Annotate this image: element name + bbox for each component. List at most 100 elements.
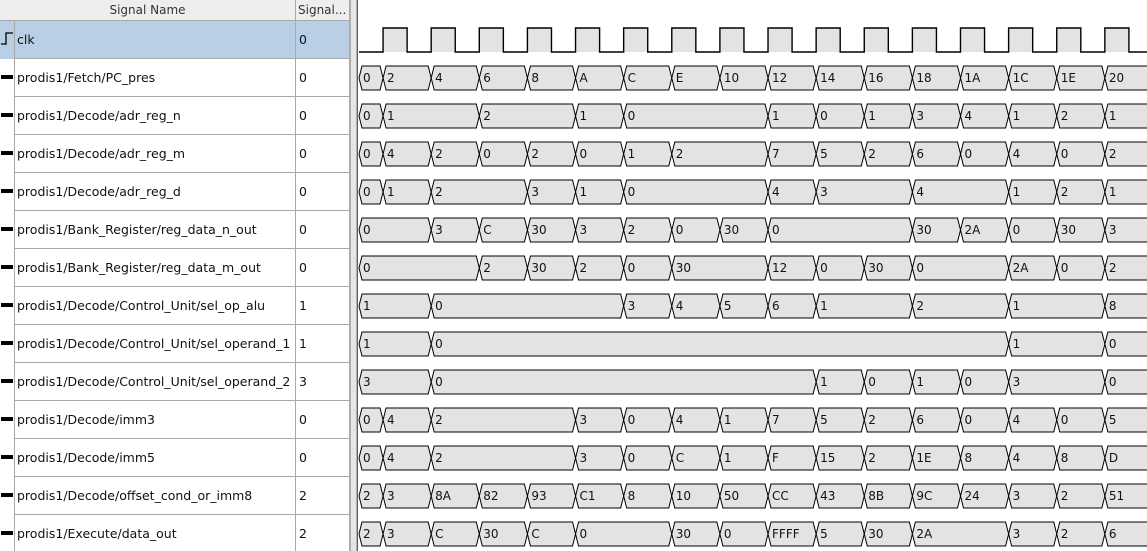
- signal-name[interactable]: prodis1/Decode/Control_Unit/sel_operand_…: [15, 325, 296, 363]
- bus-segment: [815, 179, 913, 205]
- bus-segment: [911, 179, 1010, 205]
- bus-value-label: 12: [772, 261, 787, 275]
- bus-value-label: 0: [363, 109, 371, 123]
- signal-row[interactable]: prodis1/Decode/imm5 0: [0, 439, 350, 477]
- waveform-canvas[interactable]: 0 2 4 6 8 A C E 10 12 14 16 18 1A 1C 1E 200 1 2 1 0 1 0 1 3 4 1 2 10…: [357, 0, 1147, 551]
- clock-signal-icon: [1, 32, 13, 45]
- bus-value-label: 93: [531, 489, 546, 503]
- clock-high-fill: [960, 28, 985, 52]
- waveform-pane[interactable]: 0 2 4 6 8 A C E 10 12 14 16 18 1A 1C 1E 20 0 1 2 1 0 1 0 1 3 4 1 2 1 0…: [357, 0, 1147, 551]
- bus-segment: [430, 369, 817, 395]
- bus-value-label: 3: [580, 223, 588, 237]
- bus-value-label: 2: [1061, 185, 1069, 199]
- bus-value-label: 0: [363, 223, 371, 237]
- clock-high-fill: [431, 28, 456, 52]
- bus-value-label: 4: [435, 71, 443, 85]
- bus-value-label: 0: [965, 375, 973, 389]
- signal-row[interactable]: prodis1/Decode/offset_cond_or_imm8 2: [0, 477, 350, 515]
- signal-name[interactable]: prodis1/Bank_Register/reg_data_n_out: [15, 211, 296, 249]
- signal-row[interactable]: prodis1/Decode/imm3 0: [0, 401, 350, 439]
- signal-type-gutter: [0, 325, 15, 363]
- bus-value-label: 2: [1061, 489, 1069, 503]
- bus-value-label: 6: [772, 299, 780, 313]
- signal-name[interactable]: prodis1/Decode/offset_cond_or_imm8: [15, 477, 296, 515]
- signal-row[interactable]: prodis1/Decode/Control_Unit/sel_op_alu 1: [0, 287, 350, 325]
- bus-value-label: 0: [363, 261, 371, 275]
- bus-signal-icon: [1, 417, 13, 421]
- signal-row[interactable]: prodis1/Execute/data_out 2: [0, 515, 350, 551]
- bus-value-label: 0: [435, 337, 443, 351]
- bus-value-label: 0: [1109, 375, 1117, 389]
- bus-segment: [430, 331, 1010, 357]
- bus-segment: [430, 407, 577, 433]
- bus-value-label: 1: [868, 109, 876, 123]
- signal-name-column-header[interactable]: Signal Name: [0, 0, 296, 21]
- bus-value-label: 8: [1109, 299, 1117, 313]
- bus-value-label: 0: [363, 71, 371, 85]
- bus-value-label: 18: [916, 71, 931, 85]
- signal-row[interactable]: prodis1/Fetch/PC_pres 0: [0, 59, 350, 97]
- bus-value-label: 2A: [1013, 261, 1030, 275]
- bus-value-label: 5: [1109, 413, 1117, 427]
- signal-name[interactable]: prodis1/Decode/adr_reg_d: [15, 173, 296, 211]
- signal-name[interactable]: prodis1/Decode/adr_reg_n: [15, 97, 296, 135]
- bus-value-label: 3: [1109, 223, 1117, 237]
- signal-value-column-header[interactable]: Signal...: [296, 0, 350, 21]
- bus-value-label: 2: [483, 261, 491, 275]
- time-cursor[interactable]: [357, 0, 358, 551]
- pane-splitter[interactable]: [350, 0, 357, 551]
- bus-value-label: 0: [724, 527, 732, 541]
- bus-value-label: 0: [868, 375, 876, 389]
- signal-value: 0: [296, 59, 350, 97]
- signal-name[interactable]: prodis1/Decode/Control_Unit/sel_op_alu: [15, 287, 296, 325]
- signal-name[interactable]: prodis1/Fetch/PC_pres: [15, 59, 296, 97]
- bus-value-label: 2: [483, 109, 491, 123]
- signal-name[interactable]: prodis1/Execute/data_out: [15, 515, 296, 551]
- bus-value-label: 1: [1013, 337, 1021, 351]
- bus-value-label: 3: [820, 185, 828, 199]
- signal-row[interactable]: prodis1/Decode/adr_reg_n 0: [0, 97, 350, 135]
- bus-value-label: 1: [724, 413, 732, 427]
- bus-value-label: D: [1109, 451, 1118, 465]
- bus-value-label: 2: [387, 71, 395, 85]
- bus-value-label: 0: [1061, 147, 1069, 161]
- bus-value-label: 30: [724, 223, 739, 237]
- signal-row[interactable]: prodis1/Decode/adr_reg_d 0: [0, 173, 350, 211]
- bus-value-label: 30: [676, 527, 691, 541]
- bus-value-label: 2A: [916, 527, 933, 541]
- clock-high-fill: [816, 28, 841, 52]
- bus-value-label: 2: [868, 451, 876, 465]
- signal-type-gutter: [0, 135, 15, 173]
- bus-value-label: 1: [580, 109, 588, 123]
- bus-value-label: C: [435, 527, 443, 541]
- signal-row[interactable]: clk 0: [0, 21, 350, 59]
- signal-name[interactable]: prodis1/Decode/Control_Unit/sel_operand_…: [15, 363, 296, 401]
- signal-value: 3: [296, 363, 350, 401]
- signal-row[interactable]: prodis1/Bank_Register/reg_data_n_out 0: [0, 211, 350, 249]
- bus-value-label: 0: [1013, 223, 1021, 237]
- signal-type-gutter: [0, 173, 15, 211]
- clock-high-fill: [671, 28, 696, 52]
- bus-segment: [1008, 293, 1106, 319]
- bus-value-label: 2: [580, 261, 588, 275]
- signal-row[interactable]: prodis1/Decode/Control_Unit/sel_operand_…: [0, 325, 350, 363]
- signal-value: 0: [296, 401, 350, 439]
- bus-value-label: 2: [435, 147, 443, 161]
- bus-value-label: 1E: [916, 451, 931, 465]
- signal-name[interactable]: prodis1/Decode/imm3: [15, 401, 296, 439]
- signal-name[interactable]: prodis1/Bank_Register/reg_data_m_out: [15, 249, 296, 287]
- signal-name[interactable]: prodis1/Decode/imm5: [15, 439, 296, 477]
- bus-value-label: 10: [676, 489, 691, 503]
- signal-row[interactable]: prodis1/Decode/Control_Unit/sel_operand_…: [0, 363, 350, 401]
- clock-high-fill: [479, 28, 504, 52]
- bus-value-label: 4: [772, 185, 780, 199]
- bus-value-label: 2: [435, 185, 443, 199]
- bus-segment: [430, 293, 625, 319]
- bus-value-label: 1: [580, 185, 588, 199]
- signal-row[interactable]: prodis1/Bank_Register/reg_data_m_out 0: [0, 249, 350, 287]
- signal-name[interactable]: clk: [15, 21, 296, 59]
- signal-value: 2: [296, 477, 350, 515]
- signal-type-gutter: [0, 249, 15, 287]
- signal-name[interactable]: prodis1/Decode/adr_reg_m: [15, 135, 296, 173]
- signal-row[interactable]: prodis1/Decode/adr_reg_m 0: [0, 135, 350, 173]
